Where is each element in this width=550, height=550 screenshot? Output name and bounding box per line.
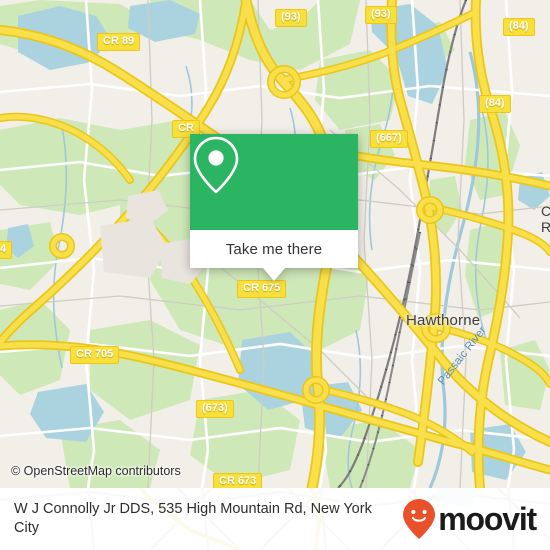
footer-bar: W J Connolly Jr DDS, 535 High Mountain R… [0, 488, 550, 550]
road-shield-667[interactable]: (667) [370, 130, 408, 148]
road-shield-93-b[interactable]: (93) [365, 6, 397, 24]
osm-attribution[interactable]: © OpenStreetMap contributors [11, 464, 181, 478]
popup-image [190, 134, 358, 230]
road-shield-84-b[interactable]: (84) [479, 95, 511, 113]
road-shield-cr-89[interactable]: CR 89 [97, 33, 141, 51]
popup-body[interactable]: Take me there [190, 230, 358, 281]
road-shield-edge-4[interactable]: 4 [0, 241, 13, 259]
moovit-wordmark: moovit [438, 501, 537, 537]
road-shield-673[interactable]: (673) [196, 400, 234, 418]
map-pin-icon [193, 136, 239, 194]
road-shield-cr-673[interactable]: CR 673 [213, 473, 263, 488]
location-title: W J Connolly Jr DDS, 535 High Mountain R… [14, 501, 372, 536]
footer-content: W J Connolly Jr DDS, 535 High Mountain R… [0, 488, 550, 550]
moovit-map-screenshot: Hawthorne Passaic River C R CR 89 (93) (… [0, 0, 550, 550]
road-shield-84-a[interactable]: (84) [503, 18, 535, 36]
popup-tail [263, 268, 285, 281]
road-shield-cr-675[interactable]: CR 675 [237, 280, 287, 298]
map-popup[interactable]: Take me there [190, 134, 358, 281]
map-canvas[interactable]: Hawthorne Passaic River C R CR 89 (93) (… [0, 0, 550, 488]
moovit-pin-smiley-icon [403, 499, 436, 539]
road-shield-93-a[interactable]: (93) [275, 9, 307, 27]
take-me-there-label: Take me there [225, 240, 323, 258]
moovit-logo[interactable]: moovit [402, 498, 537, 540]
road-shield-cr-705[interactable]: CR 705 [70, 346, 120, 364]
